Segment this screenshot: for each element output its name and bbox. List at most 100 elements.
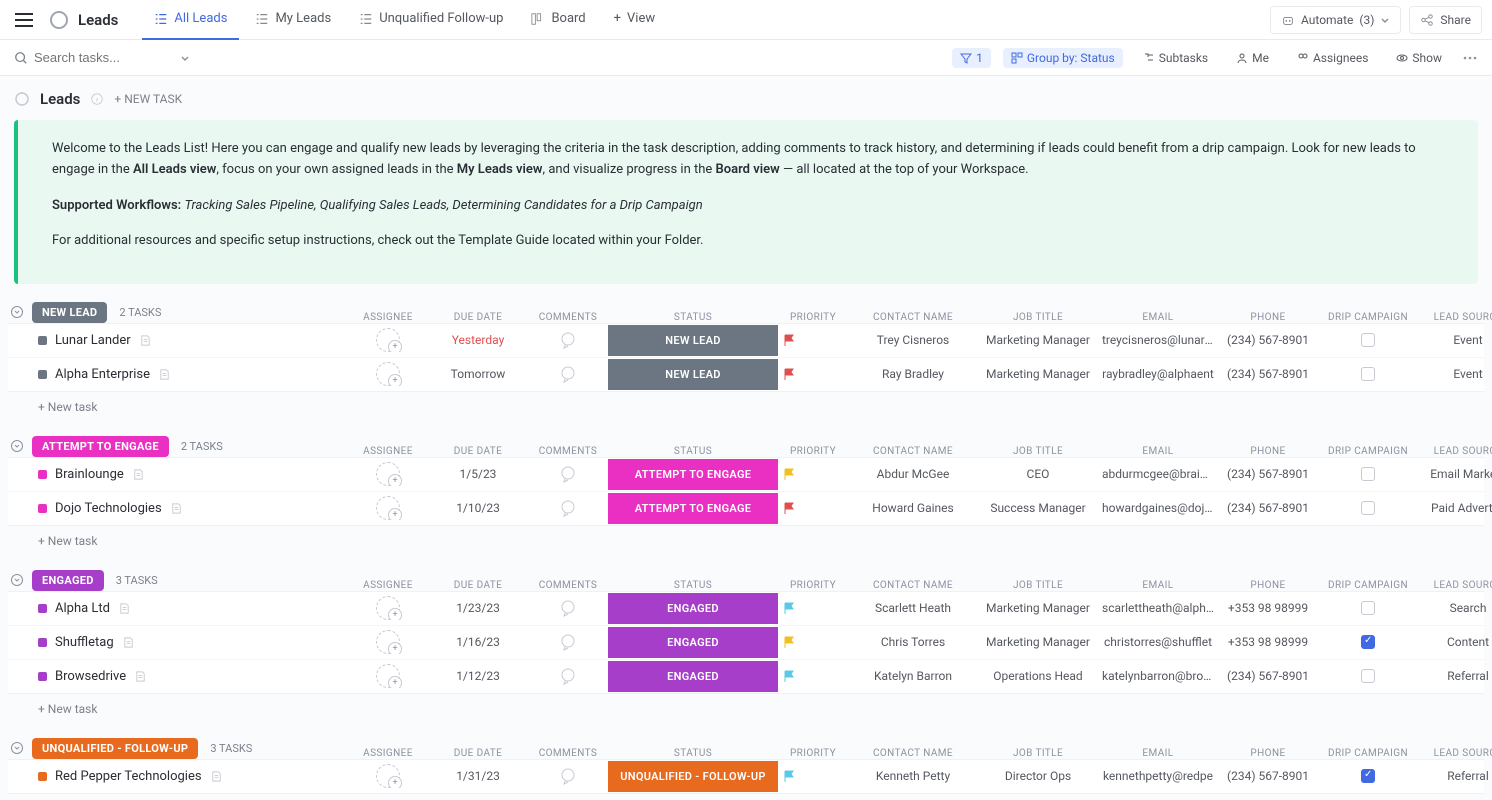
priority-flag[interactable] [778, 669, 848, 683]
email[interactable]: katelynbarron@brows [1098, 669, 1218, 683]
column-header[interactable]: CONTACT NAME [848, 748, 978, 759]
due-date[interactable]: 1/12/23 [428, 669, 528, 683]
drip-checkbox[interactable] [1361, 669, 1375, 683]
me-filter[interactable]: Me [1228, 48, 1277, 68]
drip-checkbox[interactable] [1361, 467, 1375, 481]
column-header[interactable]: CONTACT NAME [848, 312, 978, 323]
task-name[interactable]: Browsedrive [55, 669, 126, 684]
assignee-add[interactable] [376, 764, 400, 788]
status-pill[interactable]: NEW LEAD [32, 302, 107, 323]
status-badge[interactable]: ATTEMPT TO ENGAGE [608, 493, 778, 524]
column-header[interactable]: ASSIGNEE [348, 748, 428, 759]
drip-checkbox[interactable] [1361, 367, 1375, 381]
status-pill[interactable]: UNQUALIFIED - FOLLOW-UP [32, 738, 198, 759]
collapse-toggle[interactable] [8, 571, 26, 589]
description-icon[interactable] [134, 670, 147, 683]
column-header[interactable]: JOB TITLE [978, 446, 1098, 457]
phone[interactable]: +353 98 98999 [1218, 601, 1318, 615]
add-task-row[interactable]: + New task [0, 526, 1492, 556]
collapse-toggle[interactable] [8, 739, 26, 757]
column-header[interactable]: DRIP CAMPAIGN [1318, 748, 1418, 759]
description-icon[interactable] [170, 502, 183, 515]
priority-flag[interactable] [778, 769, 848, 783]
due-date[interactable]: Tomorrow [428, 367, 528, 381]
collapse-toggle[interactable] [8, 437, 26, 455]
due-date[interactable]: 1/31/23 [428, 769, 528, 783]
column-header[interactable]: LEAD SOURCE [1418, 580, 1492, 591]
email[interactable]: kennethpetty@redpe [1098, 769, 1218, 783]
task-row[interactable]: Browsedrive 1/12/23 ENGAGED Katelyn Barr… [8, 660, 1484, 693]
column-header[interactable]: DRIP CAMPAIGN [1318, 312, 1418, 323]
more-options[interactable] [1462, 50, 1478, 66]
column-header[interactable]: JOB TITLE [978, 580, 1098, 591]
assignee-add[interactable] [376, 328, 400, 352]
task-name[interactable]: Lunar Lander [55, 333, 131, 348]
tab-board[interactable]: Board [519, 0, 597, 40]
task-row[interactable]: Shuffletag 1/16/23 ENGAGED Chris Torres … [8, 626, 1484, 660]
contact-name[interactable]: Kenneth Petty [848, 769, 978, 783]
status-pill[interactable]: ATTEMPT TO ENGAGE [32, 436, 169, 457]
comment-icon[interactable] [558, 498, 578, 518]
due-date[interactable]: 1/23/23 [428, 601, 528, 615]
phone[interactable]: (234) 567-8901 [1218, 501, 1318, 515]
comment-icon[interactable] [558, 330, 578, 350]
column-header[interactable]: EMAIL [1098, 580, 1218, 591]
column-header[interactable]: EMAIL [1098, 312, 1218, 323]
priority-flag[interactable] [778, 501, 848, 515]
lead-source[interactable]: Paid Adverti... [1418, 501, 1492, 515]
lead-source[interactable]: Search [1418, 601, 1492, 615]
task-name[interactable]: Alpha Enterprise [55, 367, 150, 382]
column-header[interactable]: PHONE [1218, 446, 1318, 457]
column-header[interactable]: STATUS [608, 446, 778, 457]
collapse-toggle[interactable] [8, 303, 26, 321]
column-header[interactable]: PHONE [1218, 312, 1318, 323]
comment-icon[interactable] [558, 666, 578, 686]
hamburger-menu[interactable] [10, 6, 38, 34]
filter-count[interactable]: 1 [952, 48, 991, 68]
contact-name[interactable]: Katelyn Barron [848, 669, 978, 683]
column-header[interactable]: DUE DATE [428, 446, 528, 457]
description-icon[interactable] [118, 602, 131, 615]
contact-name[interactable]: Scarlett Heath [848, 601, 978, 615]
column-header[interactable]: LEAD SOURCE [1418, 748, 1492, 759]
column-header[interactable]: EMAIL [1098, 446, 1218, 457]
assignee-add[interactable] [376, 664, 400, 688]
column-header[interactable]: DUE DATE [428, 580, 528, 591]
drip-checkbox[interactable] [1361, 601, 1375, 615]
task-name[interactable]: Shuffletag [55, 635, 114, 650]
task-name[interactable]: Red Pepper Technologies [55, 769, 202, 784]
priority-flag[interactable] [778, 367, 848, 381]
column-header[interactable]: ASSIGNEE [348, 446, 428, 457]
column-header[interactable]: COMMENTS [528, 580, 608, 591]
column-header[interactable]: DRIP CAMPAIGN [1318, 580, 1418, 591]
lead-source[interactable]: Referral [1418, 669, 1492, 683]
drip-checkbox[interactable] [1361, 769, 1375, 783]
due-date[interactable]: 1/16/23 [428, 635, 528, 649]
email[interactable]: howardgaines@dojot [1098, 501, 1218, 515]
comment-icon[interactable] [558, 364, 578, 384]
drip-checkbox[interactable] [1361, 501, 1375, 515]
comment-icon[interactable] [558, 632, 578, 652]
task-row[interactable]: Alpha Enterprise Tomorrow NEW LEAD Ray B… [8, 358, 1484, 391]
tab-all-leads[interactable]: All Leads [142, 0, 239, 40]
share-button[interactable]: Share [1409, 6, 1482, 34]
priority-flag[interactable] [778, 467, 848, 481]
status-pill[interactable]: ENGAGED [32, 570, 104, 591]
task-row[interactable]: Dojo Technologies 1/10/23 ATTEMPT TO ENG… [8, 492, 1484, 525]
column-header[interactable]: COMMENTS [528, 748, 608, 759]
assignee-add[interactable] [376, 630, 400, 654]
due-date[interactable]: 1/5/23 [428, 467, 528, 481]
due-date[interactable]: 1/10/23 [428, 501, 528, 515]
column-header[interactable]: LEAD SOURCE [1418, 446, 1492, 457]
group-by[interactable]: Group by: Status [1003, 48, 1123, 68]
status-badge[interactable]: UNQUALIFIED - FOLLOW-UP [608, 761, 778, 792]
job-title[interactable]: Success Manager [978, 501, 1098, 515]
task-name[interactable]: Dojo Technologies [55, 501, 162, 516]
status-badge[interactable]: ATTEMPT TO ENGAGE [608, 459, 778, 490]
tab-add-view[interactable]: + View [602, 0, 668, 40]
job-title[interactable]: Marketing Manager [978, 635, 1098, 649]
column-header[interactable]: JOB TITLE [978, 312, 1098, 323]
email[interactable]: abdurmcgee@brainlo [1098, 467, 1218, 481]
column-header[interactable]: ASSIGNEE [348, 580, 428, 591]
job-title[interactable]: CEO [978, 467, 1098, 481]
